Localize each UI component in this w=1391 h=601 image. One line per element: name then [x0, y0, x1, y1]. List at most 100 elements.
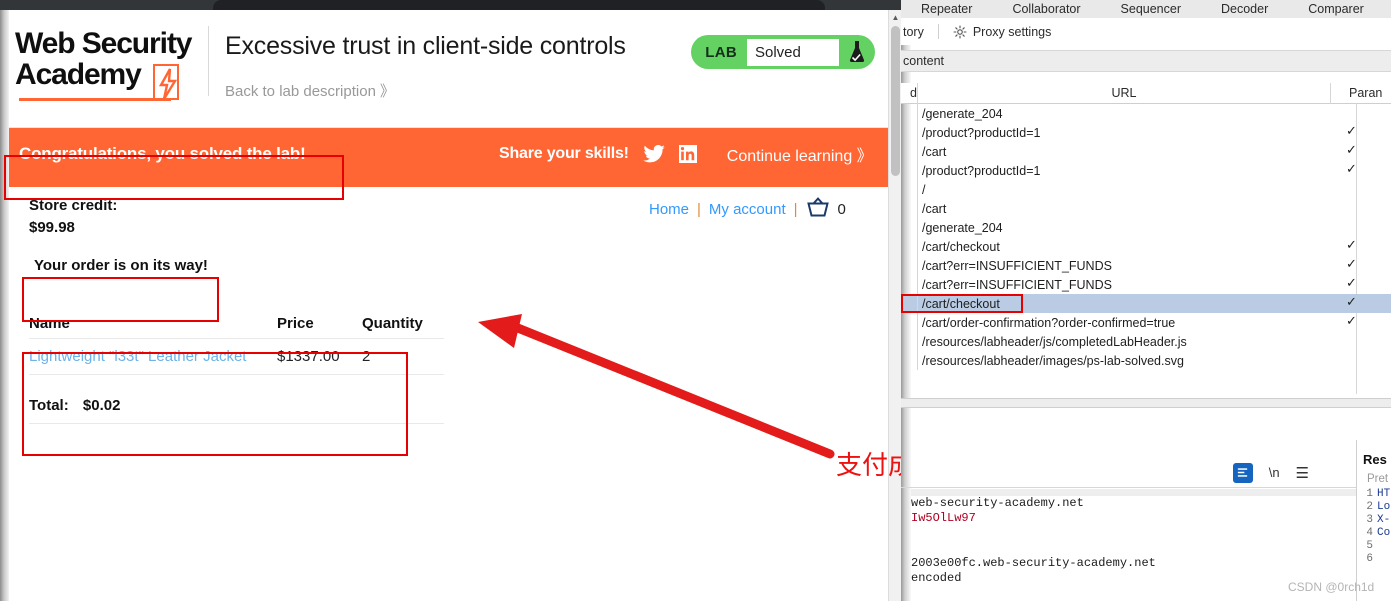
row-params-check: ✓ — [1346, 161, 1357, 176]
table-row[interactable]: /generate_204 — [901, 218, 1391, 237]
bolt-svg — [158, 68, 178, 100]
newline-toggle[interactable]: \n — [1269, 465, 1280, 480]
tab-logger[interactable]: L — [1384, 2, 1391, 16]
burp-splitter[interactable] — [901, 398, 1391, 408]
linkedin-svg — [678, 145, 697, 163]
solved-banner: Congratulations, you solved the lab! Sha… — [9, 128, 888, 187]
http-history-tab-label[interactable]: tory — [901, 25, 924, 39]
lightning-bolt-icon — [153, 64, 179, 100]
nav-my-account-link[interactable]: My account — [709, 201, 786, 218]
row-url: /cart/checkout — [922, 239, 1000, 254]
table-row[interactable]: /cart — [901, 199, 1391, 218]
response-line: 3 X- — [1357, 514, 1391, 527]
browser-tab[interactable] — [213, 0, 825, 10]
tab-comparer[interactable]: Comparer — [1288, 2, 1384, 16]
table-row[interactable]: /product?productId=1 ✓ — [901, 123, 1391, 142]
row-url: /generate_204 — [922, 106, 1003, 121]
tab-sequencer[interactable]: Sequencer — [1101, 2, 1201, 16]
burp-response-pane[interactable]: Res Pret 1 HT 2 Lo 3 X- 4 Co 5 6 — [1356, 440, 1391, 601]
row-gutter — [901, 218, 918, 237]
page-title: Excessive trust in client-side controls — [225, 32, 626, 60]
scroll-up-arrow-icon[interactable]: ▲ — [889, 10, 901, 24]
nav-home-link[interactable]: Home — [649, 201, 689, 218]
table-row[interactable]: /resources/labheader/js/completedLabHead… — [901, 332, 1391, 351]
format-icon[interactable] — [1232, 462, 1253, 483]
table-row[interactable]: /cart?err=INSUFFICIENT_FUNDS ✓ — [901, 275, 1391, 294]
scrollbar-thumb[interactable] — [891, 26, 900, 176]
row-url: /cart — [922, 144, 947, 159]
response-line-text — [1373, 540, 1377, 553]
burp-top-tabs: Repeater Collaborator Sequencer Decoder … — [901, 0, 1391, 18]
tab-repeater[interactable]: Repeater — [901, 2, 992, 16]
table-spacer-row — [29, 374, 444, 389]
banner-share-group: Share your skills! Continue learning 》 — [499, 142, 873, 166]
share-your-skills-label: Share your skills! — [499, 145, 629, 162]
tab-decoder[interactable]: Decoder — [1201, 2, 1288, 16]
row-params-check: ✓ — [1346, 256, 1357, 271]
response-line-number: 1 — [1366, 488, 1373, 500]
row-gutter — [901, 351, 918, 370]
order-table-header-row: Name Price Quantity — [29, 315, 444, 339]
row-gutter — [901, 180, 918, 199]
col-header-price: Price — [277, 315, 314, 332]
proxy-settings-button[interactable]: Proxy settings — [973, 25, 1052, 39]
cell-product-qty: 2 — [362, 338, 444, 375]
response-line-number: 4 — [1366, 527, 1373, 539]
table-row[interactable]: /resources/labheader/images/ps-lab-solve… — [901, 351, 1391, 370]
browser-tabstrip[interactable] — [0, 0, 901, 10]
table-row[interactable]: /cart/order-confirmation?order-confirmed… — [901, 313, 1391, 332]
cart-icon[interactable] — [806, 197, 830, 221]
twitter-svg — [642, 145, 665, 163]
response-line: 1 HT — [1357, 488, 1391, 501]
response-line-text — [1373, 553, 1377, 566]
row-gutter — [901, 237, 918, 256]
browser-left-edge — [0, 10, 9, 601]
lab-header: Web Security Academy Excessive trust in … — [9, 10, 888, 128]
row-url: /product?productId=1 — [922, 163, 1041, 178]
continue-learning-link[interactable]: Continue learning 》 — [727, 142, 873, 166]
col-header-quantity: Quantity — [362, 315, 423, 332]
websecurity-academy-logo[interactable]: Web Security Academy — [15, 28, 215, 101]
store-credit-label: Store credit: — [29, 197, 118, 214]
tab-collaborator[interactable]: Collaborator — [992, 2, 1100, 16]
response-pretty-tab[interactable]: Pret — [1367, 473, 1388, 485]
response-line-text: Co — [1377, 527, 1391, 539]
table-row[interactable]: /product?productId=1 ✓ — [901, 161, 1391, 180]
total-value: $0.02 — [82, 396, 121, 414]
col-header-id[interactable]: d — [901, 86, 917, 100]
col-header-params[interactable]: Paran — [1331, 86, 1391, 100]
page-scrollbar[interactable]: ▲ — [888, 10, 901, 601]
table-row[interactable]: /cart ✓ — [901, 142, 1391, 161]
order-table-body: Lightweight "l33t" Leather Jacket $1337.… — [29, 338, 444, 431]
back-to-lab-description-link[interactable]: Back to lab description 》 — [225, 80, 395, 101]
response-line: 4 Co — [1357, 527, 1391, 540]
hamburger-icon[interactable]: ☰ — [1296, 464, 1309, 482]
table-row[interactable]: /generate_204 — [901, 104, 1391, 123]
row-params-check: ✓ — [1346, 123, 1357, 138]
table-row[interactable]: / — [901, 180, 1391, 199]
cell-product-name: Lightweight "l33t" Leather Jacket — [29, 338, 277, 375]
response-line: 5 — [1357, 540, 1391, 553]
cell-product-price: $1337.00 — [277, 338, 362, 375]
table-row[interactable]: /cart/checkout ✓ — [901, 294, 1391, 313]
header-divider — [208, 26, 209, 96]
logo-line-2: Academy — [15, 58, 142, 91]
linkedin-icon[interactable] — [678, 145, 697, 163]
page-viewport: Web Security Academy Excessive trust in … — [9, 10, 888, 601]
product-link[interactable]: Lightweight "l33t" Leather Jacket — [29, 348, 246, 365]
order-table-head: Name Price Quantity — [29, 315, 444, 339]
burp-history-list[interactable]: /generate_204/product?productId=1 ✓ /cart ✓… — [901, 104, 1391, 394]
flask-svg — [849, 41, 865, 62]
total-label: Total: — [29, 396, 69, 414]
twitter-icon[interactable] — [642, 145, 665, 163]
lab-status-badge: LAB Solved — [691, 35, 875, 69]
col-header-url[interactable]: URL — [917, 82, 1331, 104]
lab-status-text: Solved — [747, 38, 839, 66]
logo-underline — [19, 98, 171, 101]
burp-filter-bar[interactable]: content — [901, 50, 1391, 72]
gear-icon[interactable] — [953, 24, 967, 39]
table-row[interactable]: /cart/checkout ✓ — [901, 237, 1391, 256]
response-line-number: 5 — [1366, 540, 1373, 552]
table-row[interactable]: /cart?err=INSUFFICIENT_FUNDS ✓ — [901, 256, 1391, 275]
row-params-check: ✓ — [1346, 142, 1357, 157]
